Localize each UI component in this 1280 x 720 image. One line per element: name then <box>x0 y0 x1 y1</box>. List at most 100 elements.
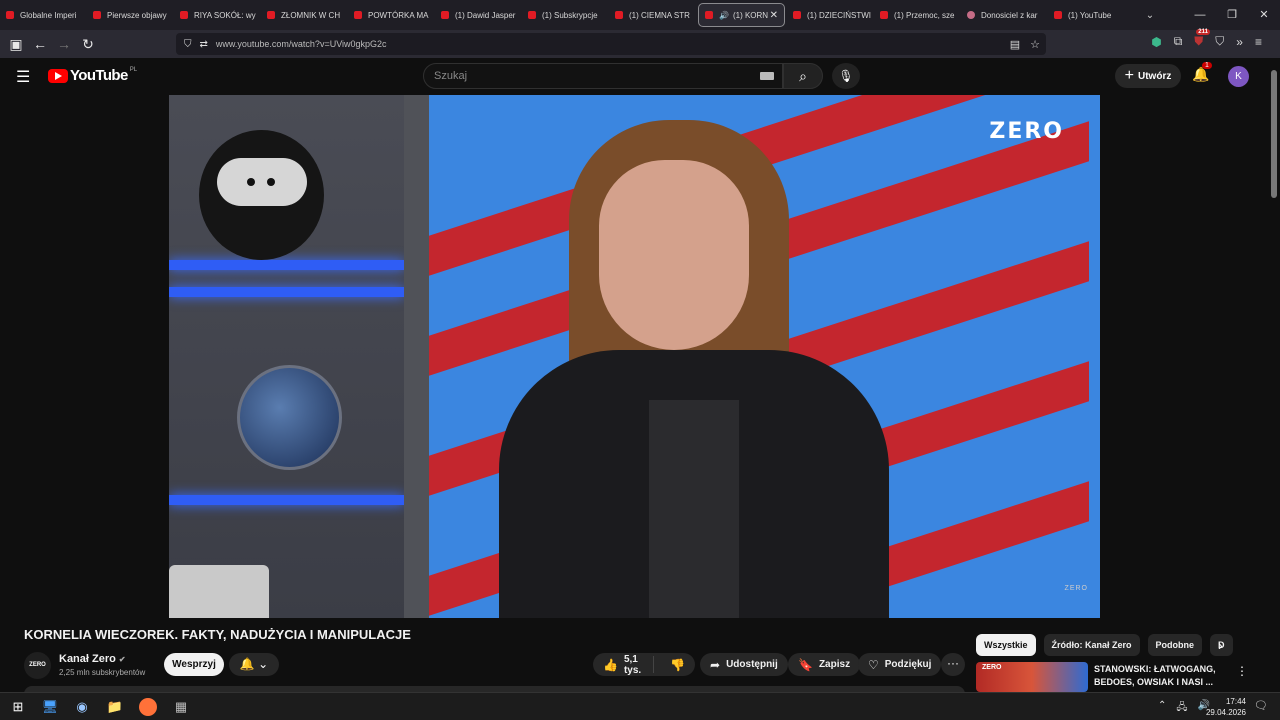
studio-pillar <box>404 95 429 618</box>
browser-tab[interactable]: (1) DZIECIŃSTWI <box>787 0 874 30</box>
calculator-icon[interactable]: ▦ <box>172 698 190 716</box>
overflow-menu-icon[interactable]: » <box>1236 35 1243 49</box>
video-title: KORNELIA WIECZOREK. FAKTY, NADUŻYCIA I M… <box>24 627 411 642</box>
youtube-header: ☰ YouTube PL Szukaj ⌕ 🎙 + Utwórz 🔔 1 K <box>0 58 1268 95</box>
like-button[interactable]: 👍 5,1 tys. <box>593 654 655 676</box>
network-icon[interactable]: 🖧 <box>1176 700 1187 717</box>
close-window-icon[interactable]: ✕ <box>1248 0 1280 30</box>
notification-center-icon[interactable]: 🗨 <box>1254 699 1268 712</box>
shelf-light <box>169 260 404 270</box>
recommendation-thumbnail[interactable]: ZERO <box>976 662 1088 692</box>
browser-tab[interactable]: (1) CIEMNA STR <box>609 0 696 30</box>
firefox-icon[interactable] <box>139 698 157 716</box>
close-tab-icon[interactable]: ✕ <box>770 10 778 21</box>
dislike-button[interactable]: 👎 <box>660 658 695 672</box>
verified-icon: ✔ <box>118 655 126 664</box>
this-pc-icon[interactable]: 🖥 <box>41 698 59 716</box>
youtube-favicon-icon <box>354 11 362 19</box>
avatar[interactable]: K <box>1228 66 1249 87</box>
back-icon[interactable]: ← <box>28 36 52 52</box>
windows-taskbar: ⊞ 🖥 ◉ 📁 ▦ ⌃ 🖧 🔊 17:44 29.04.2026 🗨 <box>0 692 1280 720</box>
search-input[interactable]: Szukaj <box>423 63 783 89</box>
browser-tab-bar: Globalne Imperi Pierwsze objawy RIYA SOK… <box>0 0 1280 30</box>
file-explorer-icon[interactable]: 📁 <box>106 698 124 716</box>
chip-source-channel[interactable]: Źródło: Kanał Zero <box>1043 634 1140 656</box>
subscription-bell-button[interactable]: 🔔 ⌄ <box>229 653 279 676</box>
browser-tab[interactable]: ZŁOMNIK W CH <box>261 0 348 30</box>
more-dots-icon: ··· <box>947 656 959 670</box>
browser-tab[interactable]: (1) Subskrypcje <box>522 0 609 30</box>
speaker-icon[interactable]: 🔊 <box>719 11 729 20</box>
youtube-favicon-icon <box>793 11 801 19</box>
extensions-puzzle-icon[interactable]: ⧉ <box>1174 34 1183 49</box>
browser-tab[interactable]: Donosiciel z kar <box>961 0 1048 30</box>
forward-icon[interactable]: → <box>52 36 76 52</box>
video-player[interactable]: ZERO ZERO <box>169 95 1100 618</box>
channel-name[interactable]: Kanał Zero ✔ <box>59 653 126 665</box>
thanks-heart-icon: ♡ <box>868 657 879 672</box>
youtube-favicon-icon <box>1054 11 1062 19</box>
windows-start-icon[interactable]: ⊞ <box>9 698 27 716</box>
chip-all[interactable]: Wszystkie <box>976 634 1036 656</box>
reader-view-icon[interactable]: ▤ <box>1010 38 1020 51</box>
presenter <box>499 120 889 618</box>
browser-nav-bar: ▣ ← → ↻ ⛉ ⇄ www.youtube.com/watch?v=UViw… <box>0 29 1280 58</box>
url-bar[interactable]: ⛉ ⇄ www.youtube.com/watch?v=UViw0gkpG2c … <box>176 33 1046 55</box>
extension-shield-icon[interactable]: ⬢ <box>1151 35 1161 49</box>
youtube-favicon-icon <box>880 11 888 19</box>
privacy-badger-icon[interactable]: ⛉ <box>1215 34 1224 49</box>
youtube-logo[interactable]: YouTube PL <box>48 67 137 84</box>
recommendation-menu-icon[interactable]: ⋮ <box>1236 664 1248 678</box>
chevron-right-icon[interactable]: › <box>1218 637 1223 653</box>
hamburger-menu-icon[interactable]: ☰ <box>16 67 30 87</box>
browser-tab[interactable]: Pierwsze objawy <box>87 0 174 30</box>
shield-icon[interactable]: ⛉ <box>184 39 192 50</box>
app-menu-icon[interactable]: ≡ <box>1255 35 1262 49</box>
search-icon: ⌕ <box>799 68 807 84</box>
browser-tab[interactable]: (1) Przemoc, sze <box>874 0 961 30</box>
support-button[interactable]: Wesprzyj <box>164 653 224 676</box>
youtube-favicon-icon <box>93 11 101 19</box>
notifications-button[interactable]: 🔔 1 <box>1192 62 1212 83</box>
browser-tab[interactable]: POWTÓRKA MA <box>348 0 435 30</box>
permissions-icon[interactable]: ⇄ <box>200 39 208 50</box>
thanks-button[interactable]: ♡ Podziękuj <box>858 653 942 676</box>
bookmark-star-icon[interactable]: ☆ <box>1030 38 1040 51</box>
reload-icon[interactable]: ↻ <box>76 36 100 53</box>
browser-tab[interactable]: (1) Dawid Jasper <box>435 0 522 30</box>
steam-icon[interactable]: ◉ <box>73 698 91 716</box>
globe-lamp <box>237 365 342 470</box>
browser-tab[interactable]: RIYA SOKÓŁ: wy <box>174 0 261 30</box>
thumbs-up-icon: 👍 <box>603 657 618 672</box>
extensions-bar: ⬢ ⧉ ⛊ 211 ⛉ » ≡ <box>1151 29 1262 49</box>
studio-shelf-background <box>169 95 429 618</box>
voice-search-button[interactable]: 🎙 <box>832 63 860 89</box>
page-scrollbar[interactable] <box>1268 58 1280 692</box>
browser-tab-active[interactable]: 🔊 (1) KORN ✕ <box>698 3 785 27</box>
more-actions-button[interactable]: ··· <box>941 653 965 676</box>
tab-list-chevron-icon[interactable]: ⌄ <box>1135 10 1165 21</box>
search-button[interactable]: ⌕ <box>783 63 823 89</box>
sidebar-toggle-icon[interactable]: ▣ <box>4 36 28 53</box>
minimize-icon[interactable]: — <box>1184 0 1216 30</box>
browser-tab[interactable]: Globalne Imperi <box>0 0 87 30</box>
youtube-play-icon <box>48 68 68 83</box>
ublock-icon[interactable]: ⛊ 211 <box>1194 29 1210 49</box>
taskbar-clock[interactable]: 17:44 29.04.2026 <box>1206 696 1246 718</box>
share-button[interactable]: ➦ Udostępnij <box>700 653 788 676</box>
keyboard-icon[interactable] <box>760 72 774 80</box>
youtube-favicon-icon <box>180 11 188 19</box>
url-text[interactable]: www.youtube.com/watch?v=UViw0gkpG2c <box>216 39 387 49</box>
tray-expand-icon[interactable]: ⌃ <box>1158 700 1166 717</box>
window-controls: — ❐ ✕ <box>1184 0 1280 30</box>
browser-tab[interactable]: (1) YouTube <box>1048 0 1135 30</box>
restore-icon[interactable]: ❐ <box>1216 0 1248 30</box>
channel-avatar[interactable]: ZERO <box>24 652 51 679</box>
system-tray: ⌃ 🖧 🔊 <box>1158 700 1210 717</box>
save-button[interactable]: 🔖 Zapisz <box>788 653 861 676</box>
chip-similar[interactable]: Podobne <box>1147 634 1203 656</box>
scrollbar-thumb[interactable] <box>1271 70 1277 198</box>
recommendation-title[interactable]: STANOWSKI: ŁATWOGANG, BEDOES, OWSIAK I N… <box>1094 663 1224 689</box>
plus-icon: + <box>1124 67 1134 84</box>
create-button[interactable]: + Utwórz <box>1115 64 1181 88</box>
